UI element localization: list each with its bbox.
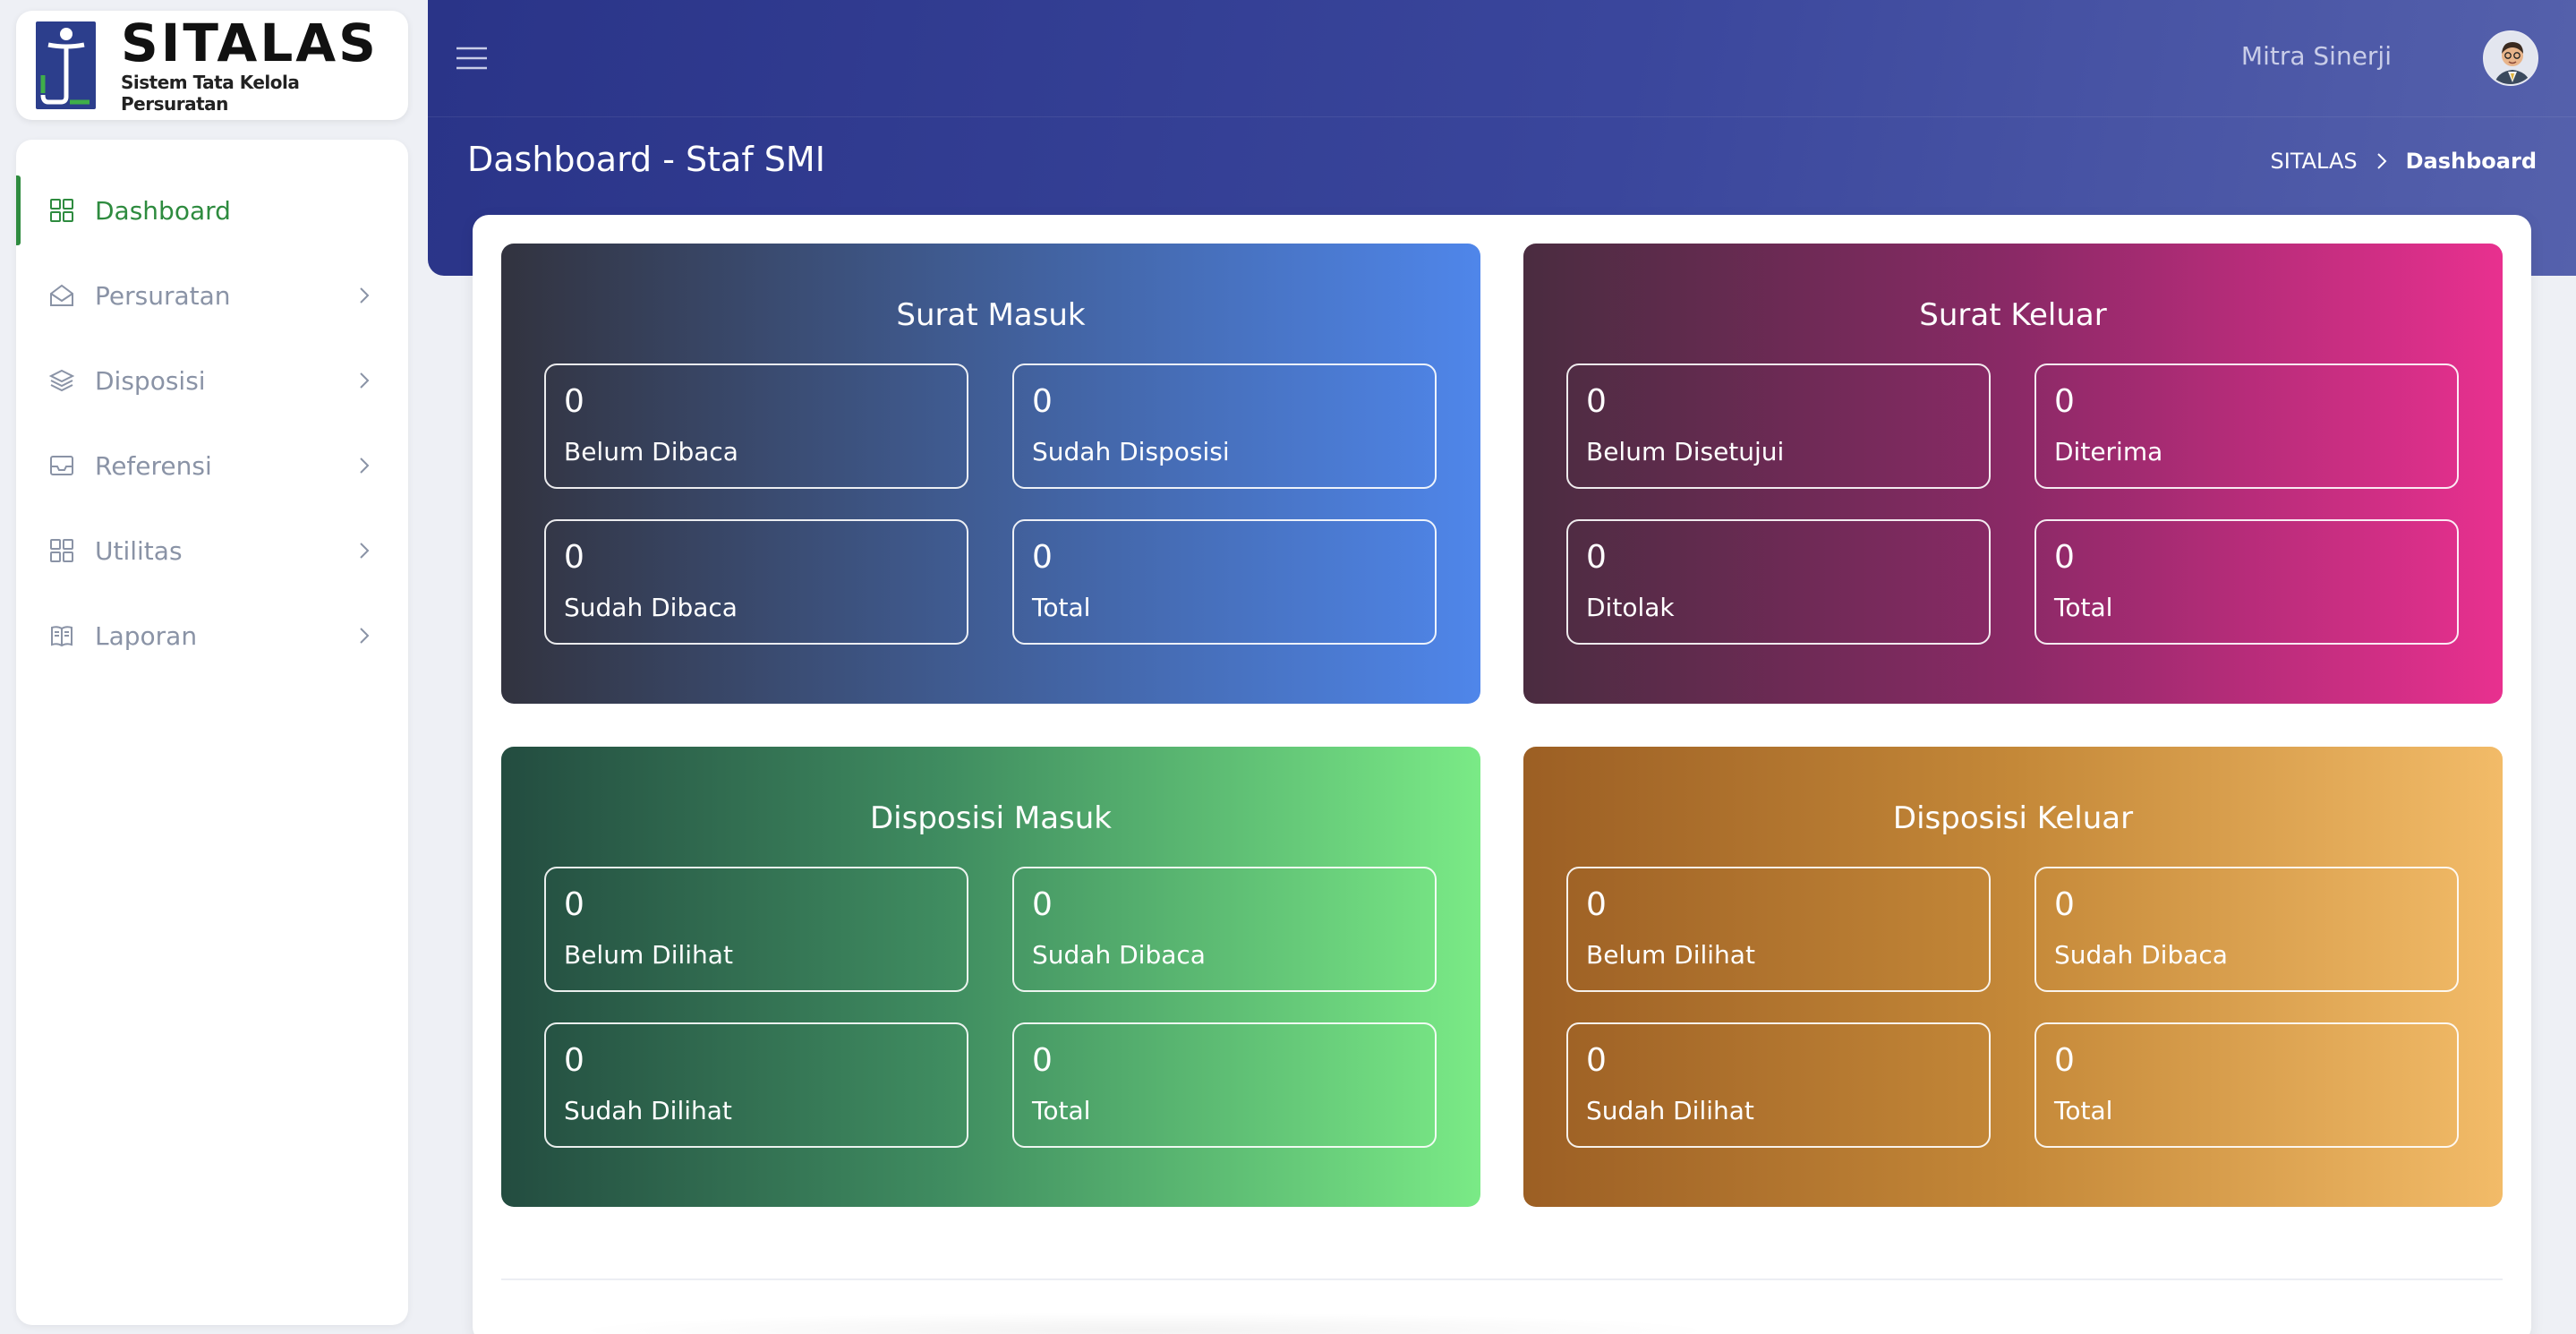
grid-icon [47, 535, 77, 566]
sidebar-item-utilitas[interactable]: Utilitas [16, 516, 408, 586]
sidebar-item-label: Referensi [95, 450, 212, 481]
next-section-shadow [562, 1313, 1726, 1334]
card-disposisi-keluar: Disposisi Keluar 0 Belum Dilihat 0 Sudah… [1523, 747, 2503, 1207]
stat-box[interactable]: 0 Total [1012, 519, 1437, 645]
breadcrumb: SITALAS Dashboard [2271, 149, 2537, 174]
stat-box[interactable]: 0 Sudah Dilihat [544, 1022, 968, 1148]
stat-label: Sudah Dibaca [2054, 940, 2228, 970]
stat-label: Total [1032, 1096, 1091, 1125]
stat-label: Total [1032, 593, 1091, 622]
dashboard-panel: Surat Masuk 0 Belum Dibaca 0 Sudah Dispo… [473, 215, 2531, 1334]
sidebar-item-label: Disposisi [95, 365, 206, 396]
stat-label: Total [2054, 1096, 2113, 1125]
stat-label: Sudah Dibaca [1032, 940, 1206, 970]
card-title: Disposisi Masuk [870, 800, 1112, 836]
stat-box[interactable]: 0 Belum Dilihat [1566, 867, 1991, 992]
stat-label: Sudah Dilihat [564, 1096, 732, 1125]
card-title: Surat Keluar [1919, 297, 2107, 333]
stat-box[interactable]: 0 Sudah Dibaca [2034, 867, 2459, 992]
sidebar-item-disposisi[interactable]: Disposisi [16, 346, 408, 415]
stat-value: 0 [564, 539, 584, 576]
stat-box[interactable]: 0 Ditolak [1566, 519, 1991, 645]
card-title: Disposisi Keluar [1892, 800, 2134, 836]
sidebar-item-label: Utilitas [95, 535, 183, 566]
app-subtitle: Sistem Tata Kelola Persuratan [121, 72, 300, 115]
stat-value: 0 [1032, 886, 1053, 923]
sidebar-item-persuratan[interactable]: Persuratan [16, 261, 408, 330]
stat-label: Ditolak [1586, 593, 1675, 622]
stat-label: Belum Dibaca [564, 437, 738, 466]
sidebar-item-referensi[interactable]: Referensi [16, 431, 408, 500]
chevron-right-icon [360, 372, 370, 389]
sidebar-item-label: Dashboard [95, 195, 231, 226]
stat-box[interactable]: 0 Belum Dibaca [544, 363, 968, 489]
chevron-right-icon [360, 543, 370, 559]
sidebar: Dashboard Persuratan Disposisi Referensi [16, 140, 408, 1325]
stat-label: Sudah Dilihat [1586, 1096, 1754, 1125]
card-title: Surat Masuk [896, 297, 1086, 333]
stat-box[interactable]: 0 Belum Dilihat [544, 867, 968, 992]
stat-box[interactable]: 0 Sudah Dibaca [544, 519, 968, 645]
stat-box[interactable]: 0 Total [2034, 519, 2459, 645]
stat-value: 0 [1032, 383, 1053, 420]
sidebar-item-label: Persuratan [95, 280, 231, 311]
avatar[interactable] [2483, 30, 2538, 86]
chevron-right-icon [360, 287, 370, 304]
user-name[interactable]: Mitra Sinerji [2241, 41, 2392, 71]
stat-box[interactable]: 0 Belum Disetujui [1566, 363, 1991, 489]
chevron-right-icon [360, 628, 370, 644]
stat-value: 0 [1586, 886, 1607, 923]
card-surat-masuk: Surat Masuk 0 Belum Dibaca 0 Sudah Dispo… [501, 244, 1480, 704]
stat-label: Belum Disetujui [1586, 437, 1785, 466]
inbox-icon [47, 450, 77, 481]
menu-icon[interactable] [455, 43, 489, 73]
stat-value: 0 [2054, 383, 2075, 420]
grid-icon [47, 195, 77, 226]
stat-value: 0 [1032, 1042, 1053, 1079]
sidebar-item-dashboard[interactable]: Dashboard [16, 175, 408, 245]
layers-icon [47, 365, 77, 396]
mail-open-icon [47, 280, 77, 311]
stat-value: 0 [1586, 1042, 1607, 1079]
stat-label: Diterima [2054, 437, 2163, 466]
stat-box[interactable]: 0 Sudah Dilihat [1566, 1022, 1991, 1148]
stat-value: 0 [564, 886, 584, 923]
card-disposisi-masuk: Disposisi Masuk 0 Belum Dilihat 0 Sudah … [501, 747, 1480, 1207]
stat-value: 0 [1586, 539, 1607, 576]
stat-value: 0 [2054, 1042, 2075, 1079]
sidebar-item-label: Laporan [95, 620, 198, 651]
stat-box[interactable]: 0 Diterima [2034, 363, 2459, 489]
book-icon [47, 620, 77, 651]
stat-value: 0 [2054, 539, 2075, 576]
stat-value: 0 [2054, 886, 2075, 923]
stat-label: Belum Dilihat [564, 940, 733, 970]
card-surat-keluar: Surat Keluar 0 Belum Disetujui 0 Diterim… [1523, 244, 2503, 704]
stat-box[interactable]: 0 Sudah Disposisi [1012, 363, 1437, 489]
breadcrumb-link-home[interactable]: SITALAS [2271, 149, 2358, 174]
stat-label: Sudah Disposisi [1032, 437, 1230, 466]
stat-value: 0 [564, 1042, 584, 1079]
page-title: Dashboard - Staf SMI [467, 140, 825, 179]
stat-value: 0 [1032, 539, 1053, 576]
logo-icon [36, 21, 97, 109]
chevron-right-icon [360, 457, 370, 474]
chevron-right-icon [2376, 153, 2387, 169]
stat-value: 0 [564, 383, 584, 420]
header-divider [428, 116, 2576, 117]
logo-card[interactable]: SITALAS Sistem Tata Kelola Persuratan [16, 11, 408, 120]
section-divider [501, 1278, 2503, 1280]
stat-box[interactable]: 0 Sudah Dibaca [1012, 867, 1437, 992]
stat-box[interactable]: 0 Total [1012, 1022, 1437, 1148]
app-name: SITALAS [121, 13, 379, 73]
breadcrumb-current: Dashboard [2405, 149, 2537, 174]
stat-value: 0 [1586, 383, 1607, 420]
stat-label: Total [2054, 593, 2113, 622]
stat-box[interactable]: 0 Total [2034, 1022, 2459, 1148]
stat-label: Belum Dilihat [1586, 940, 1755, 970]
sidebar-item-laporan[interactable]: Laporan [16, 601, 408, 671]
stat-label: Sudah Dibaca [564, 593, 738, 622]
